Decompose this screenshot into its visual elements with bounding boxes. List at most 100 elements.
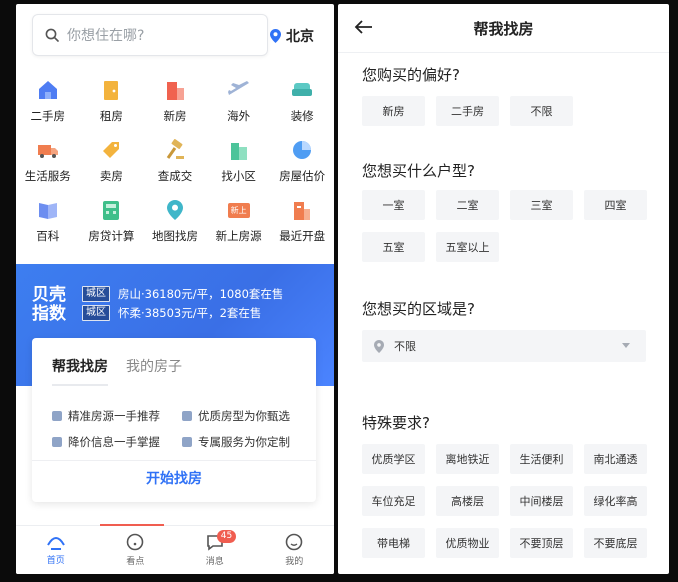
option-chip[interactable]: 中间楼层 [510, 486, 573, 516]
open-building-icon [289, 198, 315, 222]
new-badge-text: 新上 [230, 205, 247, 215]
city-selector[interactable]: 北京 [270, 26, 314, 46]
tab-discover[interactable]: 看点 [96, 526, 176, 574]
category-item[interactable]: 装修 [270, 78, 334, 124]
new-badge-icon: 新上 [226, 198, 252, 222]
category-label: 海外 [227, 109, 251, 123]
option-chip[interactable]: 带电梯 [362, 528, 425, 558]
category-item[interactable]: 新上 新上房源 [207, 198, 271, 244]
category-item[interactable]: 生活服务 [16, 138, 80, 184]
option-chip[interactable]: 新房 [362, 96, 425, 126]
option-chip[interactable]: 不要顶层 [510, 528, 573, 558]
category-label: 新房 [163, 109, 187, 123]
search-input[interactable]: 你想住在哪? [67, 25, 144, 45]
option-chip[interactable]: 二室 [436, 190, 499, 220]
door-icon [98, 78, 124, 102]
category-grid: 二手房 租房 新房 海外 装修 生活服务 卖房 查成交 找小区 房屋估价 百科 … [16, 78, 334, 244]
location-pin-icon [374, 339, 384, 353]
apartment-icon [226, 138, 252, 162]
gavel-icon [162, 138, 188, 162]
option-chip[interactable]: 绿化率高 [584, 486, 647, 516]
option-chip[interactable]: 五室 [362, 232, 425, 262]
district-tag: 城区 [82, 305, 110, 321]
feature-item: 优质房型为你甄选 [182, 408, 312, 424]
option-chip[interactable]: 南北通透 [584, 444, 647, 474]
card-divider [32, 460, 316, 461]
question-layout: 您想买什么户型? [362, 162, 475, 180]
home-icon [46, 537, 65, 550]
tab-my-home[interactable]: 我的房子 [126, 356, 182, 386]
brand-line-2: 指数 [32, 304, 66, 324]
pie-chart-icon [289, 138, 315, 162]
tab-messages[interactable]: 45 消息 [175, 526, 255, 574]
category-label: 房屋估价 [279, 169, 326, 183]
index-text: 怀柔·38503元/平，2套在售 [118, 306, 262, 320]
region-select[interactable]: 不限 [362, 330, 646, 362]
question-region: 您想买的区域是? [362, 300, 475, 318]
preference-options: 新房 二手房 不限 [362, 96, 662, 138]
search-box[interactable]: 你想住在哪? [32, 14, 268, 56]
feature-item: 降价信息一手掌握 [52, 434, 182, 450]
option-chip[interactable]: 优质物业 [436, 528, 499, 558]
start-find-home-button[interactable]: 开始找房 [32, 468, 316, 488]
banner-brand: 贝壳 指数 [32, 286, 68, 324]
profile-icon [285, 533, 303, 551]
category-item[interactable]: 租房 [80, 78, 144, 124]
option-chip[interactable]: 二手房 [436, 96, 499, 126]
tab-find-home[interactable]: 帮我找房 [52, 356, 108, 386]
category-label: 租房 [99, 109, 123, 123]
tab-profile[interactable]: 我的 [255, 526, 335, 574]
building-icon [162, 78, 188, 102]
category-label: 查成交 [157, 169, 193, 183]
district-tag: 城区 [82, 286, 110, 302]
sofa-icon [289, 78, 315, 102]
book-icon [35, 198, 61, 222]
trophy-icon [182, 411, 192, 421]
category-item[interactable]: 房屋估价 [270, 138, 334, 184]
category-item[interactable]: 百科 [16, 198, 80, 244]
category-label: 地图找房 [151, 229, 198, 243]
category-item[interactable]: 卖房 [80, 138, 144, 184]
service-icon [182, 437, 192, 447]
category-item[interactable]: 找小区 [207, 138, 271, 184]
feature-list: 精准房源一手推荐 优质房型为你甄选 降价信息一手掌握 专属服务为你定制 [52, 408, 312, 450]
category-item[interactable]: 查成交 [143, 138, 207, 184]
option-chip[interactable]: 一室 [362, 190, 425, 220]
category-label: 房贷计算 [88, 229, 135, 243]
tab-home[interactable]: 首页 [16, 526, 96, 574]
category-item[interactable]: 最近开盘 [270, 198, 334, 244]
option-chip[interactable]: 四室 [584, 190, 647, 220]
question-preference: 您购买的偏好? [362, 66, 460, 84]
find-home-card: 帮我找房 我的房子 精准房源一手推荐 优质房型为你甄选 降价信息一手掌握 专属服… [32, 338, 316, 502]
option-chip[interactable]: 五室以上 [436, 232, 499, 262]
category-item[interactable]: 房贷计算 [80, 198, 144, 244]
tab-label: 看点 [126, 557, 145, 567]
feature-text: 降价信息一手掌握 [68, 435, 160, 449]
bottom-tab-bar: 首页 看点 45 消息 我的 [16, 524, 335, 574]
page-title: 帮我找房 [473, 20, 534, 38]
option-chip[interactable]: 优质学区 [362, 444, 425, 474]
category-item[interactable]: 海外 [207, 78, 271, 124]
option-chip[interactable]: 高楼层 [436, 486, 499, 516]
category-item[interactable]: 地图找房 [143, 198, 207, 244]
question-special-requirements: 特殊要求? [362, 414, 430, 432]
category-label: 卖房 [99, 169, 123, 183]
category-label: 生活服务 [24, 169, 71, 183]
option-chip[interactable]: 不要底层 [584, 528, 647, 558]
option-chip[interactable]: 车位充足 [362, 486, 425, 516]
house-icon [35, 78, 61, 102]
bell-icon [52, 437, 62, 447]
option-chip[interactable]: 生活便利 [510, 444, 573, 474]
category-item[interactable]: 新房 [143, 78, 207, 124]
category-item[interactable]: 二手房 [16, 78, 80, 124]
option-chip[interactable]: 三室 [510, 190, 573, 220]
option-chip[interactable]: 不限 [510, 96, 573, 126]
home-screen: 你想住在哪? 北京 二手房 租房 新房 海外 装修 生活服务 卖房 查成交 找小… [16, 4, 334, 574]
option-chip[interactable]: 离地铁近 [436, 444, 499, 474]
truck-icon [35, 138, 61, 162]
feature-item: 精准房源一手推荐 [52, 408, 182, 424]
city-name: 北京 [286, 29, 314, 45]
nav-bar: 帮我找房 [338, 4, 669, 53]
feature-text: 专属服务为你定制 [198, 435, 290, 449]
calculator-icon [98, 198, 124, 222]
